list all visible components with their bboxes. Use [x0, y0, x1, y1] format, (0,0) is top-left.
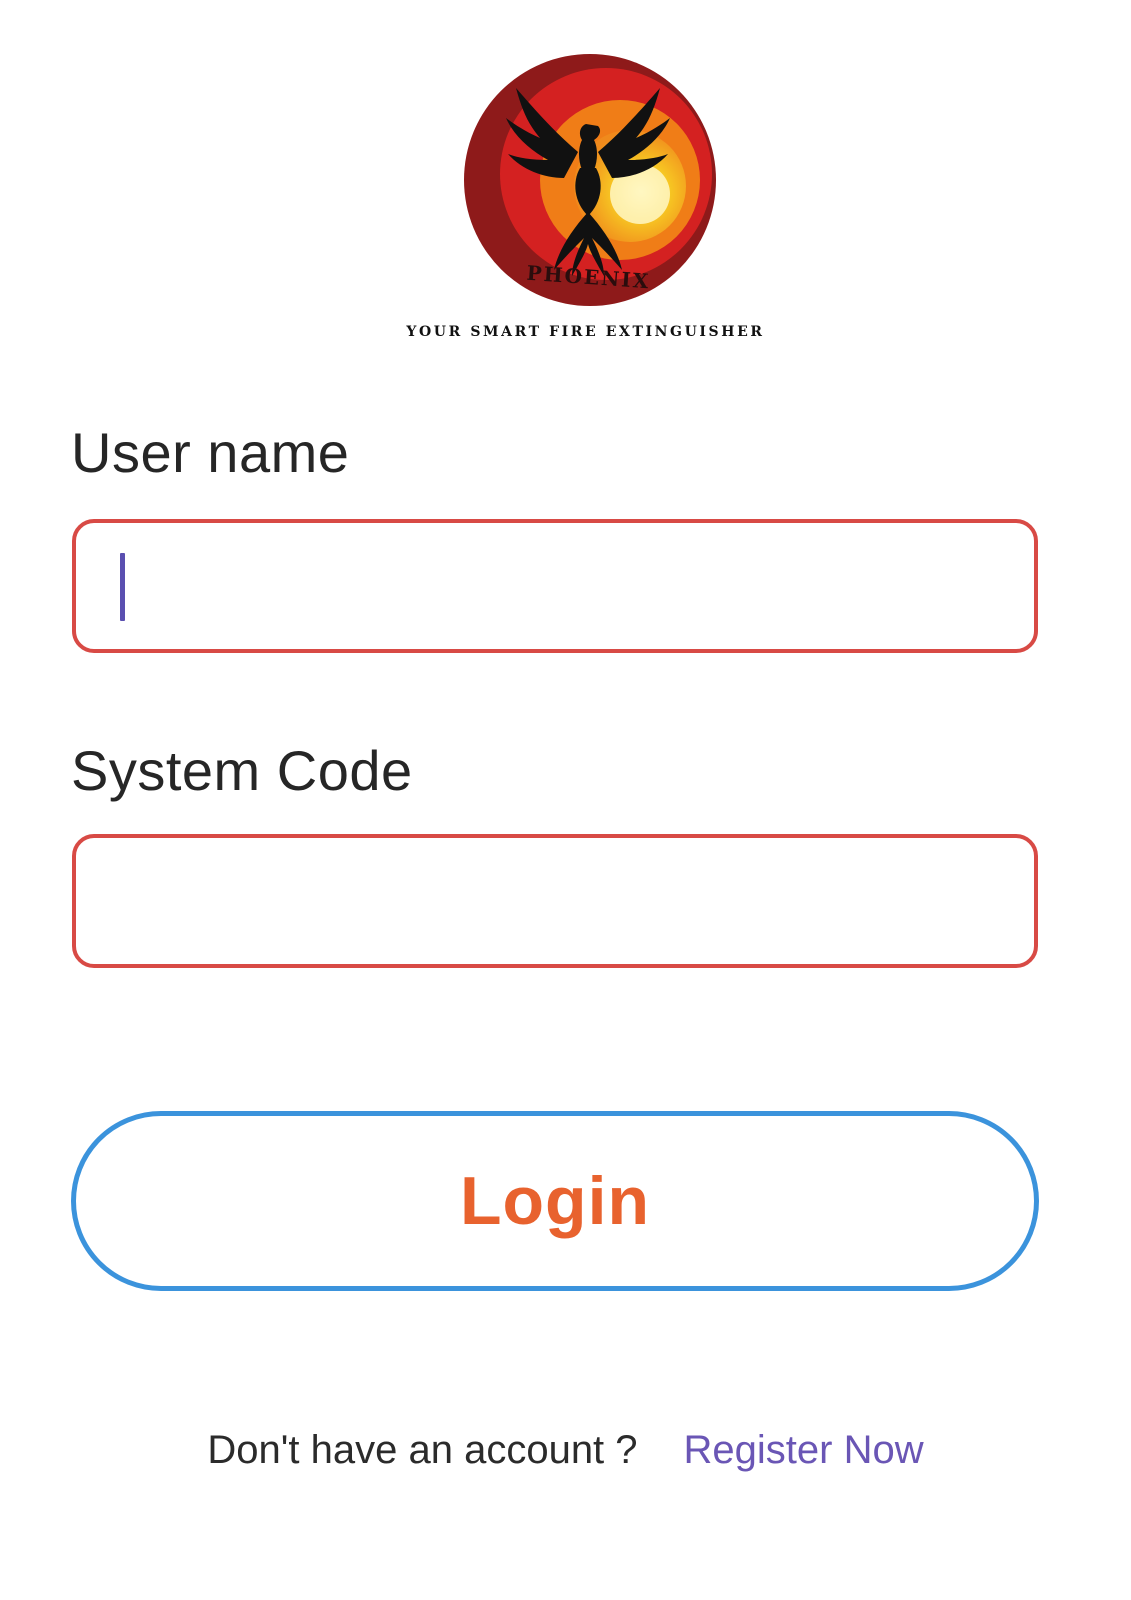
login-button[interactable]: Login [71, 1111, 1039, 1291]
register-prompt: Don't have an account ? Register Now [0, 1428, 1131, 1473]
text-caret [120, 553, 125, 621]
username-field-container[interactable] [72, 519, 1038, 653]
system-code-input[interactable] [76, 838, 1034, 964]
register-now-link[interactable]: Register Now [684, 1428, 924, 1472]
logo-tagline: YOUR SMART FIRE EXTINGUISHER [406, 324, 765, 340]
phoenix-logo-icon: PHOENIX [460, 52, 730, 314]
login-button-label: Login [459, 1163, 651, 1239]
username-label: User name [71, 421, 350, 484]
no-account-text: Don't have an account ? [207, 1428, 638, 1472]
login-screen: PHOENIX YOUR SMART FIRE EXTINGUISHER Use… [0, 0, 1131, 1600]
system-code-label: System Code [71, 739, 413, 802]
username-input[interactable] [76, 523, 1034, 649]
system-code-field-container[interactable] [72, 834, 1038, 968]
